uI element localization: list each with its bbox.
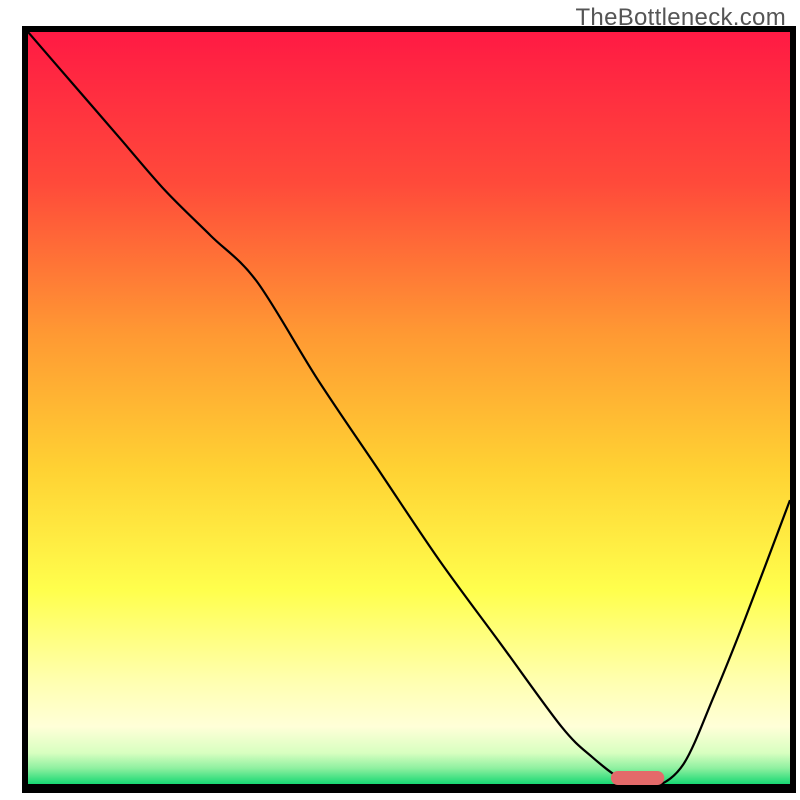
plot-background-gradient bbox=[28, 32, 790, 787]
chart-frame: TheBottleneck.com bbox=[0, 0, 800, 800]
optimal-range-marker bbox=[611, 771, 664, 785]
watermark-text: TheBottleneck.com bbox=[575, 4, 786, 32]
bottleneck-chart bbox=[0, 0, 800, 800]
